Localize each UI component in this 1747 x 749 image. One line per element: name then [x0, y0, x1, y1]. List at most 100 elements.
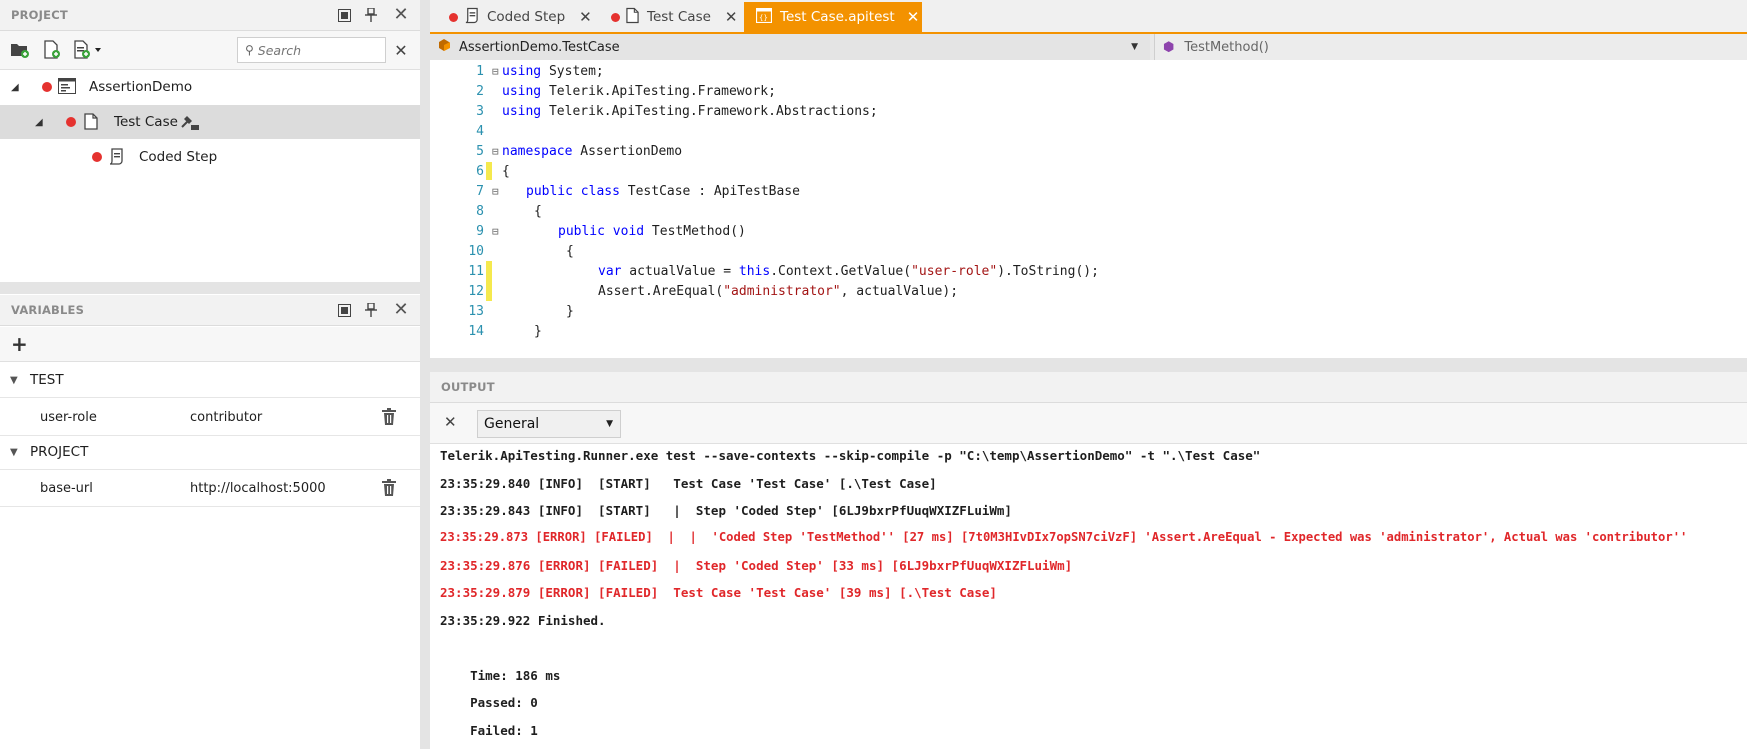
- main-splitter[interactable]: [420, 0, 430, 749]
- code-line: 3 using Telerik.ApiTesting.Framework.Abs…: [430, 101, 1747, 121]
- clear-output-icon[interactable]: ✕: [444, 413, 457, 431]
- tab-label: Coded Step: [487, 9, 566, 25]
- line-number: 10: [468, 243, 484, 259]
- test-file-icon: [626, 7, 639, 28]
- add-folder-icon[interactable]: [10, 41, 30, 63]
- line-number: 5: [476, 143, 484, 159]
- code-line: 8 {: [430, 201, 1747, 221]
- line-number: 1: [476, 63, 484, 79]
- code-navigation-bar: AssertionDemo.TestCase ▼ ⬢ TestMethod(): [430, 34, 1747, 61]
- line-number: 4: [476, 123, 484, 139]
- line-number: 3: [476, 103, 484, 119]
- close-panel-icon[interactable]: ✕: [393, 4, 409, 25]
- failed-status-icon: [66, 117, 76, 127]
- member-selector[interactable]: ⬢ TestMethod(): [1154, 34, 1747, 60]
- variable-group-test[interactable]: ▼ TEST: [0, 363, 420, 398]
- failed-status-icon: [42, 82, 52, 92]
- output-line: 23:35:29.922 Finished.: [440, 613, 606, 628]
- line-number: 6: [476, 163, 484, 179]
- project-panel-header: PROJECT ✕: [0, 0, 420, 31]
- project-search-box[interactable]: ⚲: [237, 37, 386, 63]
- close-panel-icon[interactable]: ✕: [393, 299, 409, 320]
- code-line: 10 {: [430, 241, 1747, 261]
- fold-toggle-icon[interactable]: ⊟: [492, 145, 502, 158]
- code-editor[interactable]: 1 ⊟ using System; 2 using Telerik.ApiTes…: [430, 60, 1747, 359]
- close-tab-icon[interactable]: ✕: [907, 8, 920, 26]
- variable-group-project[interactable]: ▼ PROJECT: [0, 435, 420, 470]
- class-selector-value: AssertionDemo.TestCase: [459, 39, 620, 55]
- output-toolbar: ✕ General ▼: [430, 403, 1747, 444]
- member-selector-value: TestMethod(): [1184, 39, 1269, 55]
- variables-panel-header: VARIABLES ✕: [0, 295, 420, 326]
- change-marker: [486, 261, 492, 281]
- add-variable-icon[interactable]: +: [11, 332, 28, 356]
- search-icon: ⚲: [245, 43, 254, 57]
- code-line: 9 ⊟ public void TestMethod(): [430, 221, 1747, 241]
- change-marker: [486, 162, 492, 180]
- close-tab-icon[interactable]: ✕: [579, 8, 592, 26]
- code-line: 7 ⊟ public class TestCase : ApiTestBase: [430, 181, 1747, 201]
- method-icon: ⬢: [1163, 39, 1175, 55]
- dropdown-arrow-icon[interactable]: ▼: [1131, 42, 1138, 52]
- panel-splitter[interactable]: [0, 282, 420, 294]
- fold-toggle-icon[interactable]: ⊟: [492, 185, 502, 198]
- output-line: 23:35:29.840 [INFO] [START] Test Case 'T…: [440, 476, 937, 491]
- variable-key[interactable]: user-role: [40, 410, 97, 425]
- dropdown-arrow-icon[interactable]: ▼: [606, 419, 613, 429]
- close-tab-icon[interactable]: ✕: [725, 8, 738, 26]
- delete-variable-icon[interactable]: [382, 479, 396, 500]
- pin-icon[interactable]: [363, 7, 379, 23]
- line-number: 9: [476, 223, 484, 239]
- tree-item-assertiondemo[interactable]: ◢ AssertionDemo: [0, 70, 420, 104]
- tree-item-coded-step[interactable]: Coded Step: [0, 140, 420, 174]
- code-line: 4: [430, 121, 1747, 141]
- tab-coded-step[interactable]: Coded Step ✕: [445, 2, 600, 32]
- output-summary-time: Time: 186 ms: [440, 668, 561, 683]
- output-source-select[interactable]: General ▼: [477, 410, 621, 438]
- pin-icon[interactable]: [363, 302, 379, 318]
- add-step-dropdown-icon[interactable]: [73, 40, 103, 64]
- clear-search-icon[interactable]: ✕: [393, 41, 409, 60]
- tab-label: Test Case.apitest: [780, 9, 895, 25]
- search-input[interactable]: [255, 41, 380, 59]
- class-selector[interactable]: AssertionDemo.TestCase ▼: [430, 34, 1150, 60]
- output-summary-passed: Passed: 0: [440, 695, 538, 710]
- tab-test-case-apitest[interactable]: {} Test Case.apitest ✕: [744, 2, 922, 32]
- failed-status-icon: [611, 12, 620, 22]
- tree-item-label: Test Case: [114, 114, 178, 130]
- collapse-arrow-icon[interactable]: ◢: [35, 117, 43, 128]
- line-number: 11: [468, 263, 484, 279]
- code-line: 1 ⊟ using System;: [430, 61, 1747, 81]
- variable-value[interactable]: contributor: [190, 410, 262, 425]
- delete-variable-icon[interactable]: [382, 408, 396, 429]
- float-window-icon[interactable]: [336, 302, 352, 318]
- output-line: Telerik.ApiTesting.Runner.exe test --sav…: [440, 448, 1261, 463]
- tree-item-label: AssertionDemo: [89, 79, 193, 95]
- line-number: 12: [468, 283, 484, 299]
- run-test-icon[interactable]: [180, 113, 200, 135]
- code-line: 6 {: [430, 161, 1747, 181]
- project-icon: [58, 78, 76, 98]
- collapse-arrow-icon[interactable]: ◢: [11, 82, 19, 93]
- fold-toggle-icon[interactable]: ⊟: [492, 225, 502, 238]
- output-panel-header: OUTPUT: [430, 372, 1747, 403]
- class-icon: [437, 37, 453, 57]
- variable-value[interactable]: http://localhost:5000: [190, 481, 326, 496]
- variable-row[interactable]: user-role contributor: [0, 399, 420, 436]
- fold-toggle-icon[interactable]: ⊟: [492, 65, 502, 78]
- tree-item-test-case[interactable]: ◢ Test Case: [0, 105, 420, 139]
- variable-group-label: PROJECT: [30, 444, 89, 460]
- output-line: 23:35:29.843 [INFO] [START] | Step 'Code…: [440, 503, 1012, 518]
- tab-test-case[interactable]: Test Case ✕: [607, 2, 767, 32]
- code-line: 5 ⊟ namespace AssertionDemo: [430, 141, 1747, 161]
- add-test-icon[interactable]: [42, 40, 62, 64]
- output-summary-failed: Failed: 1: [440, 723, 538, 738]
- expand-arrow-icon[interactable]: ▼: [10, 447, 18, 458]
- float-window-icon[interactable]: [336, 7, 352, 23]
- line-number: 7: [476, 183, 484, 199]
- variable-key[interactable]: base-url: [40, 481, 93, 496]
- coded-step-icon: [108, 148, 124, 169]
- editor-output-splitter[interactable]: [430, 358, 1747, 372]
- expand-arrow-icon[interactable]: ▼: [10, 375, 18, 386]
- variable-row[interactable]: base-url http://localhost:5000: [0, 470, 420, 507]
